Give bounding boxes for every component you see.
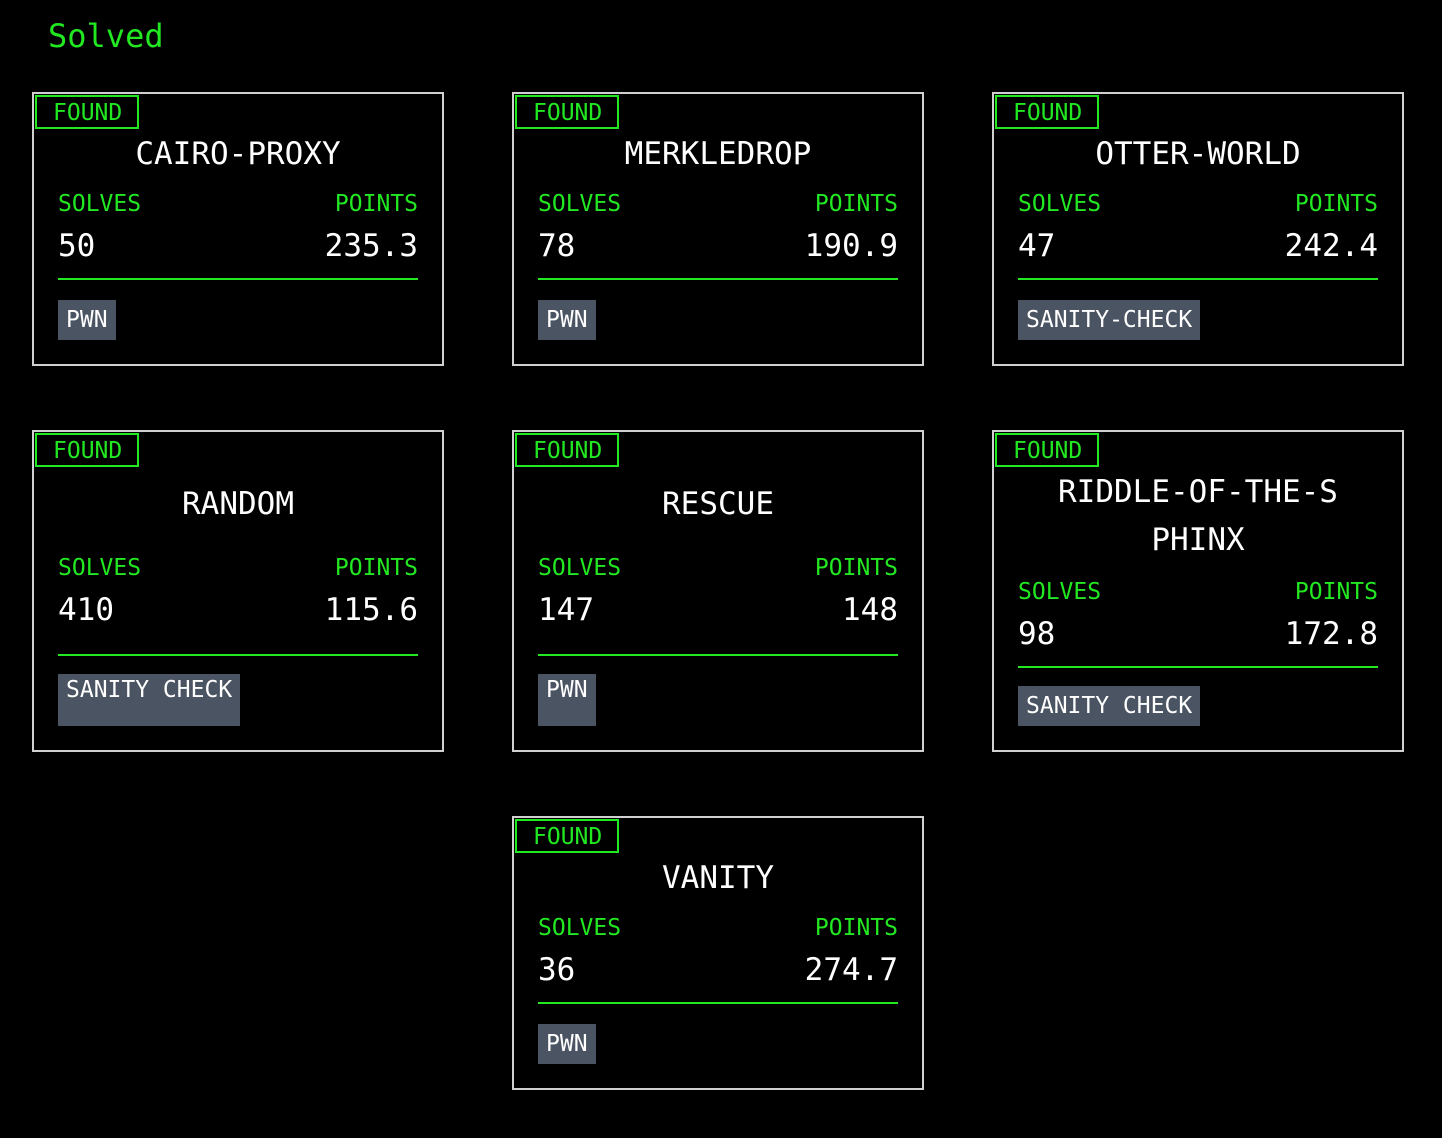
stats-header: SOLVES POINTS — [1018, 190, 1378, 218]
solves-value: 147 — [538, 592, 594, 628]
challenge-title: RIDDLE-OF-THE-SPHINX — [1058, 474, 1338, 558]
divider — [1018, 666, 1378, 668]
section-title: Solved — [48, 17, 164, 55]
stats-header: SOLVES POINTS — [538, 554, 898, 582]
stats-header: SOLVES POINTS — [58, 190, 418, 218]
found-badge: FOUND — [515, 433, 619, 467]
solves-label: SOLVES — [58, 191, 142, 217]
stats-values: 410 115.6 — [58, 590, 418, 630]
stats-header: SOLVES POINTS — [1018, 578, 1378, 606]
divider — [58, 654, 418, 656]
solves-value: 78 — [538, 228, 576, 264]
points-value: 274.7 — [804, 952, 898, 988]
challenge-card-cairo-proxy[interactable]: FOUND CAIRO-PROXY SOLVES POINTS 50 235.3… — [32, 92, 444, 366]
found-badge: FOUND — [35, 95, 139, 129]
category-tag[interactable]: PWN — [538, 674, 596, 726]
stats-values: 147 148 — [538, 590, 898, 630]
challenge-title: VANITY — [662, 860, 774, 896]
found-badge: FOUND — [515, 819, 619, 853]
stats-values: 78 190.9 — [538, 226, 898, 266]
points-label: POINTS — [334, 555, 418, 581]
divider — [538, 1002, 898, 1004]
found-badge: FOUND — [515, 95, 619, 129]
challenge-card-random[interactable]: FOUND RANDOM SOLVES POINTS 410 115.6 SAN… — [32, 430, 444, 752]
points-value: 235.3 — [324, 228, 418, 264]
points-value: 172.8 — [1284, 616, 1378, 652]
challenge-title: CAIRO-PROXY — [135, 136, 341, 172]
found-badge: FOUND — [995, 95, 1099, 129]
points-value: 115.6 — [324, 592, 418, 628]
solves-label: SOLVES — [538, 915, 622, 941]
solves-value: 410 — [58, 592, 114, 628]
stats-values: 36 274.7 — [538, 950, 898, 990]
challenge-title: OTTER-WORLD — [1095, 136, 1301, 172]
points-label: POINTS — [814, 555, 898, 581]
solves-value: 36 — [538, 952, 576, 988]
challenge-card-riddle-of-the-sphinx[interactable]: FOUND RIDDLE-OF-THE-SPHINX SOLVES POINTS… — [992, 430, 1404, 752]
found-badge: FOUND — [995, 433, 1099, 467]
challenge-card-otter-world[interactable]: FOUND OTTER-WORLD SOLVES POINTS 47 242.4… — [992, 92, 1404, 366]
stats-values: 50 235.3 — [58, 226, 418, 266]
stats-values: 98 172.8 — [1018, 614, 1378, 654]
challenge-title: RANDOM — [182, 486, 294, 522]
category-tag[interactable]: SANITY-CHECK — [1018, 300, 1201, 340]
divider — [538, 654, 898, 656]
solves-value: 50 — [58, 228, 96, 264]
solves-label: SOLVES — [1018, 579, 1102, 605]
points-value: 190.9 — [804, 228, 898, 264]
challenge-card-rescue[interactable]: FOUND RESCUE SOLVES POINTS 147 148 PWN — [512, 430, 924, 752]
challenge-title: RESCUE — [662, 486, 774, 522]
challenge-card-merkledrop[interactable]: FOUND MERKLEDROP SOLVES POINTS 78 190.9 … — [512, 92, 924, 366]
points-label: POINTS — [814, 915, 898, 941]
points-label: POINTS — [814, 191, 898, 217]
found-badge: FOUND — [35, 433, 139, 467]
solves-label: SOLVES — [538, 191, 622, 217]
challenge-card-vanity[interactable]: FOUND VANITY SOLVES POINTS 36 274.7 PWN — [512, 816, 924, 1090]
solves-label: SOLVES — [538, 555, 622, 581]
points-label: POINTS — [334, 191, 418, 217]
stats-values: 47 242.4 — [1018, 226, 1378, 266]
category-tag[interactable]: PWN — [58, 300, 116, 340]
solves-value: 98 — [1018, 616, 1056, 652]
solves-label: SOLVES — [1018, 191, 1102, 217]
solves-label: SOLVES — [58, 555, 142, 581]
category-tag[interactable]: PWN — [538, 1024, 596, 1064]
points-value: 148 — [842, 592, 898, 628]
points-value: 242.4 — [1284, 228, 1378, 264]
points-label: POINTS — [1294, 191, 1378, 217]
divider — [58, 278, 418, 280]
category-tag[interactable]: SANITY CHECK — [1018, 686, 1201, 726]
challenge-title: MERKLEDROP — [624, 136, 812, 172]
points-label: POINTS — [1294, 579, 1378, 605]
category-tag[interactable]: SANITY CHECK — [58, 674, 241, 726]
divider — [1018, 278, 1378, 280]
stats-header: SOLVES POINTS — [538, 914, 898, 942]
stats-header: SOLVES POINTS — [58, 554, 418, 582]
stats-header: SOLVES POINTS — [538, 190, 898, 218]
divider — [538, 278, 898, 280]
solves-value: 47 — [1018, 228, 1056, 264]
category-tag[interactable]: PWN — [538, 300, 596, 340]
